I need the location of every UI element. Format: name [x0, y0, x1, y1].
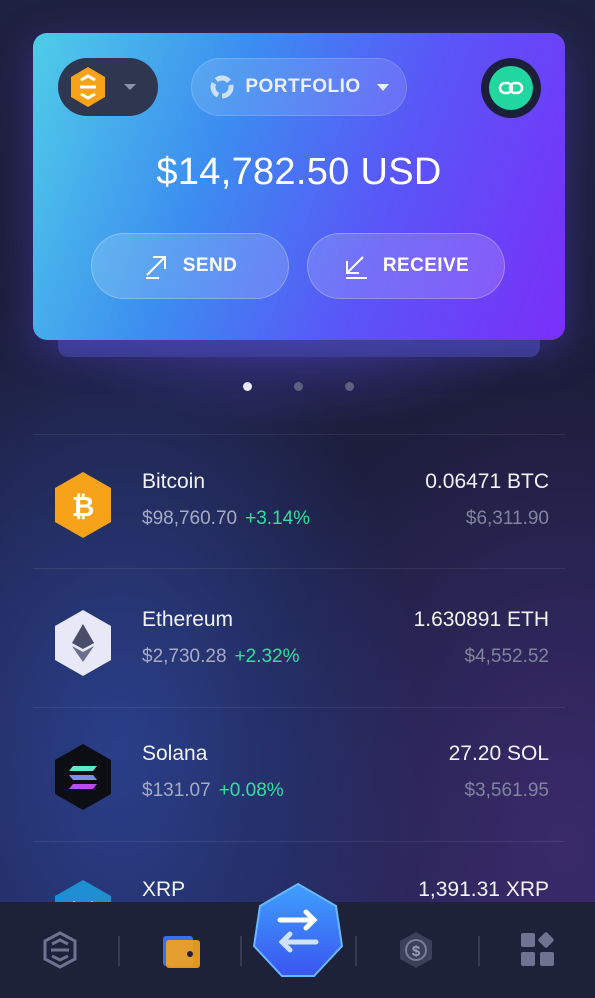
- card-pager[interactable]: [0, 382, 595, 392]
- receive-button[interactable]: RECEIVE: [307, 233, 505, 299]
- portfolio-pie-icon: [210, 75, 234, 99]
- svg-text:₿: ₿: [72, 491, 95, 522]
- asset-amount: 1,391.31 XRP: [418, 878, 549, 901]
- portfolio-selector[interactable]: PORTFOLIO: [191, 58, 407, 116]
- portfolio-label: PORTFOLIO: [245, 76, 361, 97]
- connect-link-button[interactable]: [481, 58, 541, 118]
- asset-change: +0.08%: [218, 780, 284, 801]
- receive-label: RECEIVE: [382, 255, 470, 276]
- tab-separator: [118, 936, 120, 966]
- exodus-logo-icon[interactable]: [40, 930, 80, 970]
- asset-row-bitcoin[interactable]: ₿ Bitcoin $98,760.70 +3.14% 0.06471 BTC $…: [33, 470, 565, 580]
- arrow-up-right-icon: [145, 256, 166, 279]
- pager-dot-active[interactable]: [243, 382, 252, 391]
- arrow-down-left-icon: [345, 256, 367, 279]
- pager-dot[interactable]: [294, 382, 303, 391]
- tab-separator: [355, 936, 357, 966]
- apps-grid-icon[interactable]: [518, 930, 558, 970]
- asset-change: +3.14%: [245, 508, 311, 529]
- list-divider: [33, 707, 565, 708]
- asset-fiat-value: $6,311.90: [465, 508, 549, 529]
- portfolio-balance: $14,782.50 USD: [156, 151, 442, 193]
- link-icon: [489, 66, 533, 110]
- chevron-down-icon: [376, 83, 389, 91]
- wallet-icon[interactable]: [160, 930, 200, 970]
- asset-amount: 0.06471 BTC: [425, 470, 549, 493]
- tab-separator: [240, 936, 242, 966]
- asset-fiat-value: $3,561.95: [464, 780, 549, 801]
- asset-row-ethereum[interactable]: Ethereum $2,730.28 +2.32% 1.630891 ETH $4…: [33, 608, 565, 718]
- swap-button[interactable]: [248, 880, 348, 980]
- wallet-switcher[interactable]: [58, 58, 158, 116]
- asset-name: Solana: [142, 742, 208, 765]
- asset-row-solana[interactable]: Solana $131.07 +0.08% 27.20 SOL $3,561.95: [33, 742, 565, 852]
- send-button[interactable]: SEND: [91, 233, 289, 299]
- bitcoin-icon: ₿: [51, 470, 115, 540]
- asset-price: $98,760.70 +3.14%: [142, 508, 310, 530]
- svg-text:$: $: [412, 943, 421, 960]
- asset-name: Ethereum: [142, 608, 234, 631]
- asset-amount: 1.630891 ETH: [413, 608, 549, 631]
- asset-fiat-value: $4,552.52: [464, 646, 549, 667]
- asset-price-value: $98,760.70: [142, 508, 238, 529]
- exodus-wallet-icon: [66, 65, 110, 109]
- asset-amount: 27.20 SOL: [448, 742, 549, 765]
- solana-icon: [51, 742, 115, 812]
- list-divider: [33, 841, 565, 842]
- asset-name: XRP: [142, 878, 186, 901]
- staking-dollar-icon[interactable]: $: [396, 930, 436, 970]
- asset-name: Bitcoin: [142, 470, 206, 493]
- pager-dot[interactable]: [345, 382, 354, 391]
- chevron-down-icon: [124, 84, 136, 90]
- tab-separator: [478, 936, 480, 966]
- list-divider: [33, 434, 565, 435]
- ethereum-icon: [51, 608, 115, 678]
- asset-change: +2.32%: [234, 646, 300, 667]
- asset-price-value: $131.07: [142, 780, 211, 801]
- asset-price: $131.07 +0.08%: [142, 780, 284, 802]
- portfolio-card: PORTFOLIO $14,782.50 USD SEND RECEIVE: [33, 33, 565, 340]
- list-divider: [33, 568, 565, 569]
- asset-price-value: $2,730.28: [142, 646, 227, 667]
- asset-price: $2,730.28 +2.32%: [142, 646, 300, 668]
- send-label: SEND: [182, 255, 238, 276]
